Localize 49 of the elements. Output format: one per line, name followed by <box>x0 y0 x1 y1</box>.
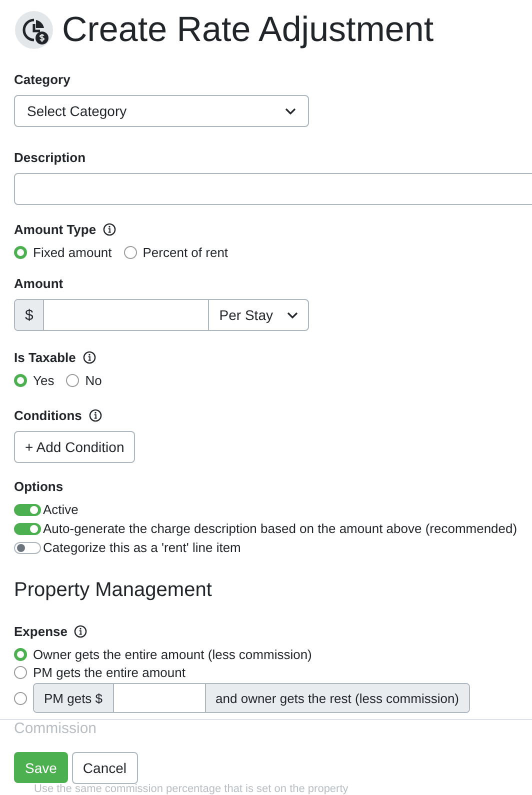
chevron-icon <box>285 108 296 114</box>
pm-split-field[interactable]: PM gets $ and owner gets the rest (less commission) <box>33 683 470 713</box>
field-label: Description <box>14 150 86 165</box>
chevron-icon <box>287 312 298 318</box>
radio-button[interactable] <box>14 246 27 259</box>
category-select[interactable]: Select Category <box>14 95 309 127</box>
radio-button[interactable] <box>66 374 80 387</box>
field-label: Amount Type <box>14 222 96 237</box>
commission-note: Use the same commission percentage that is set on the property <box>34 783 348 795</box>
radio-button[interactable] <box>124 246 137 259</box>
field-label: Category <box>14 72 70 87</box>
toggle-switch[interactable] <box>14 522 41 534</box>
add-condition-button[interactable]: + Add Condition <box>14 431 136 463</box>
field-label: Is Taxable <box>14 350 76 365</box>
input-addon: and owner gets the rest (less commission) <box>206 684 470 712</box>
info-icon[interactable] <box>74 625 88 638</box>
page-title: Create Rate Adjustment <box>62 10 434 50</box>
field-label: Commission <box>14 721 98 737</box>
info-icon[interactable] <box>103 223 116 236</box>
currency-addon: $ <box>15 300 44 330</box>
clock-dollar-icon <box>14 10 54 50</box>
radio-label: Yes <box>33 373 54 388</box>
radio-label: Percent of rent <box>142 245 228 260</box>
input-addon: PM gets $ <box>34 684 113 712</box>
cancel-button[interactable]: Cancel <box>72 752 138 784</box>
pm-amount-input[interactable] <box>112 684 206 712</box>
info-icon[interactable] <box>82 351 96 364</box>
radio-button[interactable] <box>14 692 27 704</box>
radio-button[interactable] <box>14 648 27 661</box>
field-label: Amount <box>14 276 64 291</box>
period-select[interactable]: Per Stay <box>209 300 308 330</box>
toggle-label: Auto-generate the charge description based on the amount above (recommended) <box>43 521 518 536</box>
radio-label: Owner gets the entire amount (less commission) <box>33 647 312 662</box>
radio-button[interactable] <box>14 666 27 679</box>
toggle-label: Active <box>43 502 78 517</box>
radio-label: Fixed amount <box>33 245 112 260</box>
amount-field[interactable]: $ Per Stay <box>14 299 309 331</box>
field-label: Conditions <box>14 408 82 423</box>
section-heading: Property Management <box>14 579 213 602</box>
toggle-label: Categorize this as a 'rent' line item <box>43 540 241 555</box>
field-label: Options <box>14 479 64 494</box>
radio-label: PM gets the entire amount <box>33 665 186 680</box>
radio-label: No <box>85 373 102 388</box>
toggle-switch[interactable] <box>14 542 41 554</box>
toggle-switch[interactable] <box>14 504 41 516</box>
field-label: Expense <box>14 624 68 639</box>
info-icon[interactable] <box>88 409 102 422</box>
radio-button[interactable] <box>14 374 27 387</box>
description-input[interactable] <box>14 173 532 205</box>
